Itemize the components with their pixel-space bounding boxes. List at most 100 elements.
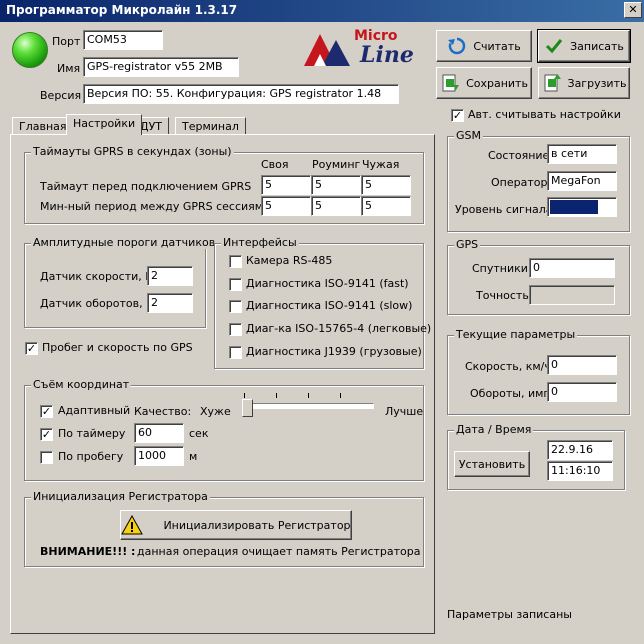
col-own: Своя <box>261 158 289 171</box>
mileage-interval-label: По пробегу <box>58 450 124 463</box>
initialize-button[interactable]: Инициализировать Регистратор <box>120 510 352 540</box>
iso15765-checkbox[interactable] <box>229 323 242 336</box>
rs485-camera-label: Камера RS-485 <box>246 254 333 267</box>
gps-satellites-label: Спутники <box>472 262 528 275</box>
gprs-group-title: Таймауты GPRS в секундах (зоны) <box>31 145 234 158</box>
gps-group-title: GPS <box>454 238 481 251</box>
iso9141-fast-checkbox[interactable] <box>229 278 242 291</box>
col-foreign: Чужая <box>362 158 400 171</box>
speed-sensor-field[interactable]: 2 <box>147 266 193 286</box>
gsm-signal-fill <box>550 200 598 214</box>
logo-triangles-icon <box>304 34 350 66</box>
title-bar: Программатор Микролайн 1.3.17 ✕ <box>0 0 644 22</box>
gprs-period-own[interactable]: 5 <box>261 196 311 216</box>
checkmark-icon <box>546 39 563 54</box>
iso9141-fast-label: Диагностика ISO-9141 (fast) <box>246 277 409 290</box>
current-params-title: Текущие параметры <box>454 328 578 341</box>
auto-read-label: Авт. считывать настройки <box>468 108 621 121</box>
iso9141-slow-label: Диагностика ISO-9141 (slow) <box>246 299 413 312</box>
quality-slider[interactable] <box>242 393 376 417</box>
mileage-interval-checkbox[interactable] <box>40 451 53 464</box>
load-label: Загрузить <box>567 76 627 90</box>
quality-better-label: Лучше <box>385 405 424 418</box>
gps-satellites-field: 0 <box>529 258 615 278</box>
gsm-signal-label: Уровень сигнала <box>455 203 553 216</box>
write-label: Записать <box>570 39 624 53</box>
time-field[interactable]: 11:16:10 <box>547 461 613 481</box>
timer-unit: сек <box>189 427 209 440</box>
logo-line: Line <box>360 42 414 68</box>
refresh-icon <box>448 37 466 55</box>
init-group-title: Инициализация Регистратора <box>31 490 210 503</box>
gprs-connect-timeout-label: Таймаут перед подключением GPRS <box>40 180 252 193</box>
current-params-group: Текущие параметры <box>447 328 630 415</box>
timer-field[interactable]: 60 <box>134 423 184 443</box>
current-rpm-field: 0 <box>547 382 617 402</box>
gps-accuracy-label: Точность <box>476 289 529 302</box>
j1939-label: Диагностика J1939 (грузовые) <box>246 345 422 358</box>
version-label: Версия <box>40 89 82 102</box>
gprs-min-period-label: Мин-ный период между GPRS сессиями <box>40 200 271 213</box>
current-rpm-label: Обороты, имп <box>470 387 551 400</box>
gsm-state-field: в сети <box>547 144 617 164</box>
quality-label: Качество: <box>134 405 192 418</box>
gps-accuracy-field <box>529 285 615 305</box>
close-button[interactable]: ✕ <box>624 2 642 18</box>
load-button[interactable]: Загрузить <box>538 67 630 99</box>
date-field[interactable]: 22.9.16 <box>547 440 613 460</box>
connection-led-icon <box>12 32 48 68</box>
col-roaming: Роуминг <box>312 158 361 171</box>
read-label: Считать <box>473 39 521 53</box>
gprs-connect-own[interactable]: 5 <box>261 175 311 195</box>
mileage-interval-field[interactable]: 1000 <box>134 446 184 466</box>
rs485-camera-checkbox[interactable] <box>229 255 242 268</box>
gprs-connect-roaming[interactable]: 5 <box>311 175 361 195</box>
read-button[interactable]: Считать <box>436 30 532 62</box>
rpm-sensor-field[interactable]: 2 <box>147 293 193 313</box>
save-button[interactable]: Сохранить <box>436 67 532 99</box>
iso9141-slow-checkbox[interactable] <box>229 300 242 313</box>
gprs-connect-foreign[interactable]: 5 <box>361 175 411 195</box>
mileage-gps-label: Пробег и скорость по GPS <box>42 341 193 354</box>
save-file-icon <box>442 74 460 92</box>
gsm-operator-label: Оператор <box>491 176 548 189</box>
gprs-period-foreign[interactable]: 5 <box>361 196 411 216</box>
sensor-group-title: Амплитудные пороги датчиков <box>31 236 218 249</box>
timer-label: По таймеру <box>58 427 126 440</box>
set-time-button[interactable]: Установить <box>454 451 530 477</box>
port-field[interactable]: COM53 <box>83 30 163 50</box>
quality-worse-label: Хуже <box>200 405 231 418</box>
version-field: Версия ПО: 55. Конфигурация: GPS registr… <box>83 84 399 104</box>
name-field[interactable]: GPS-registrator v55 2MB <box>83 57 239 77</box>
current-speed-label: Скорость, км/ч <box>465 360 551 373</box>
j1939-checkbox[interactable] <box>229 346 242 359</box>
write-button[interactable]: Записать <box>537 29 631 63</box>
port-label: Порт <box>52 35 81 48</box>
timer-checkbox[interactable]: ✓ <box>40 428 53 441</box>
iso15765-label: Диаг-ка ISO-15765-4 (легковые) <box>246 322 432 335</box>
name-label: Имя <box>57 62 81 75</box>
gsm-group-title: GSM <box>454 129 483 142</box>
speed-sensor-label: Датчик скорости, В <box>40 270 153 283</box>
adaptive-checkbox[interactable]: ✓ <box>40 405 53 418</box>
initialize-label: Инициализировать Регистратор <box>163 518 351 532</box>
gsm-state-label: Состояние <box>488 149 550 162</box>
datetime-group-title: Дата / Время <box>454 423 534 436</box>
gsm-signal-bar <box>547 197 617 217</box>
gsm-operator-field: MegaFon <box>547 171 617 191</box>
tab-terminal[interactable]: Терминал <box>175 117 246 135</box>
interfaces-group-title: Интерфейсы <box>221 236 299 249</box>
tab-settings[interactable]: Настройки <box>66 114 143 135</box>
gprs-period-roaming[interactable]: 5 <box>311 196 361 216</box>
quality-slider-thumb[interactable] <box>242 399 253 417</box>
tab-main[interactable]: Главная <box>12 117 74 135</box>
window-title: Программатор Микролайн 1.3.17 <box>6 3 238 17</box>
current-speed-field: 0 <box>547 355 617 375</box>
save-label: Сохранить <box>466 76 528 90</box>
coordinates-group-title: Съём координат <box>31 378 132 391</box>
auto-read-checkbox[interactable]: ✓ <box>451 109 464 122</box>
mileage-gps-checkbox[interactable]: ✓ <box>25 342 38 355</box>
warning-icon <box>121 515 144 535</box>
adaptive-label: Адаптивный <box>58 404 131 417</box>
warning-text: данная операция очищает память Регистрат… <box>137 545 421 558</box>
